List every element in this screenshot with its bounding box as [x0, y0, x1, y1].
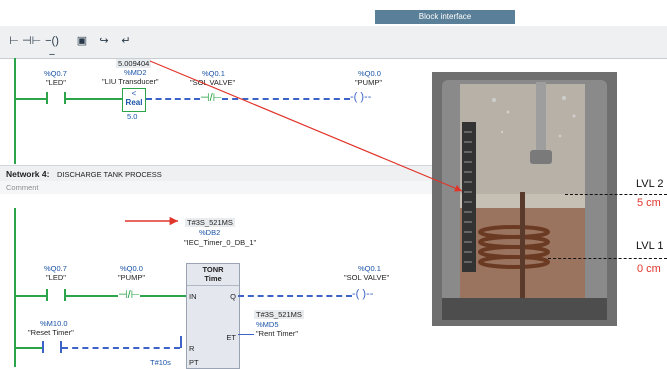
annotation-arrows [125, 60, 463, 226]
arrow-to-tank [149, 60, 463, 192]
